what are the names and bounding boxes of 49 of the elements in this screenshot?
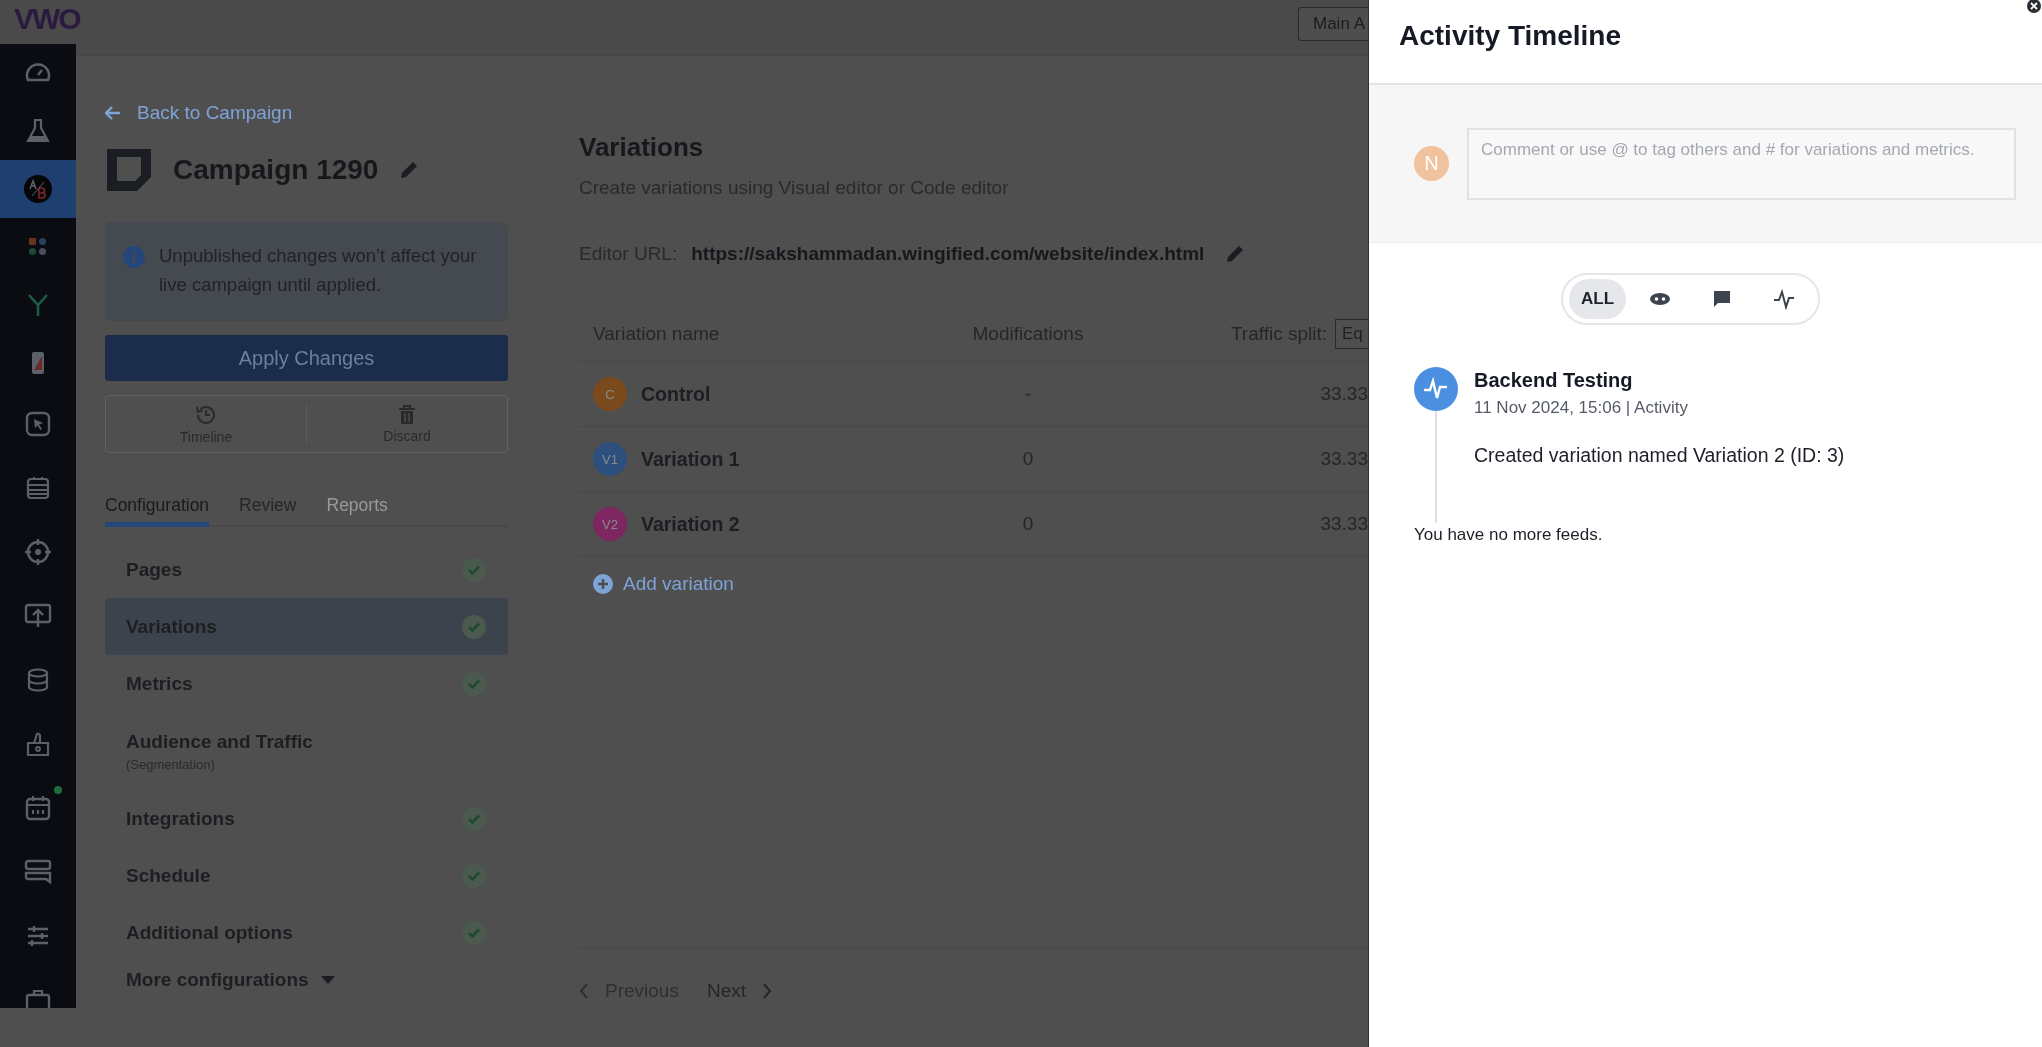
section-heading: Variations bbox=[579, 132, 705, 163]
variation-badge: V1 bbox=[593, 442, 627, 476]
trash-icon bbox=[398, 404, 416, 425]
briefcase-icon bbox=[25, 989, 51, 1008]
target-icon bbox=[24, 538, 52, 566]
variation-badge: C bbox=[593, 377, 627, 411]
comment-field[interactable]: Comment or use @ to tag others and # for variations and metrics. bbox=[1467, 127, 2016, 200]
filter-all-button[interactable]: ALL bbox=[1568, 279, 1626, 319]
upload-screen-icon bbox=[24, 603, 52, 629]
chat-icon bbox=[24, 859, 52, 885]
ab-test-icon bbox=[23, 174, 53, 204]
pulse-icon bbox=[1773, 288, 1795, 310]
apps-icon bbox=[28, 237, 48, 257]
calendar-icon bbox=[25, 795, 51, 821]
info-icon bbox=[123, 246, 145, 268]
sliders-icon bbox=[26, 924, 50, 948]
notification-dot bbox=[54, 786, 62, 794]
entry-title: Backend Testing bbox=[1474, 369, 1634, 392]
back-link[interactable]: Back to Campaign bbox=[105, 100, 508, 126]
close-icon[interactable] bbox=[2026, 0, 2042, 14]
comment-icon bbox=[1712, 289, 1732, 309]
chevron-left-icon bbox=[579, 982, 589, 999]
plus-icon bbox=[593, 574, 613, 594]
entry-text: Created variation named Variation 2 (ID: 3) bbox=[1474, 444, 1845, 467]
user-avatar: N bbox=[1414, 146, 1449, 181]
chevron-right-icon bbox=[762, 982, 772, 999]
end-message: You have no more feeds. bbox=[1414, 525, 1604, 545]
apply-changes-button[interactable]: Apply Changes bbox=[105, 335, 508, 381]
variation-badge: V2 bbox=[593, 507, 627, 541]
caret-icon bbox=[320, 976, 335, 984]
database-icon bbox=[26, 668, 50, 692]
panel-title: Activity Timeline bbox=[1399, 19, 1621, 52]
gauge-icon bbox=[25, 62, 51, 84]
add-variation-button[interactable]: Add variation bbox=[593, 573, 734, 595]
flask-icon bbox=[26, 118, 50, 144]
history-icon bbox=[195, 403, 217, 426]
nav-item[interactable] bbox=[0, 160, 76, 218]
table-cell-text: - bbox=[1023, 383, 1033, 405]
campaign-title: Campaign 1290 bbox=[173, 154, 379, 186]
phone-icon bbox=[31, 351, 45, 375]
list-icon bbox=[26, 476, 50, 500]
cursor-icon bbox=[25, 411, 51, 437]
activity-icon bbox=[1414, 367, 1458, 411]
editor-url: https://sakshammadan.wingified.com/website/index.html bbox=[691, 243, 1205, 265]
entry-meta: 11 Nov 2024, 15:06 | Activity bbox=[1474, 398, 1689, 418]
campaign-icon bbox=[107, 149, 151, 191]
eye-icon bbox=[1649, 292, 1671, 306]
fork-icon bbox=[27, 293, 49, 317]
back-arrow-icon bbox=[105, 106, 121, 120]
